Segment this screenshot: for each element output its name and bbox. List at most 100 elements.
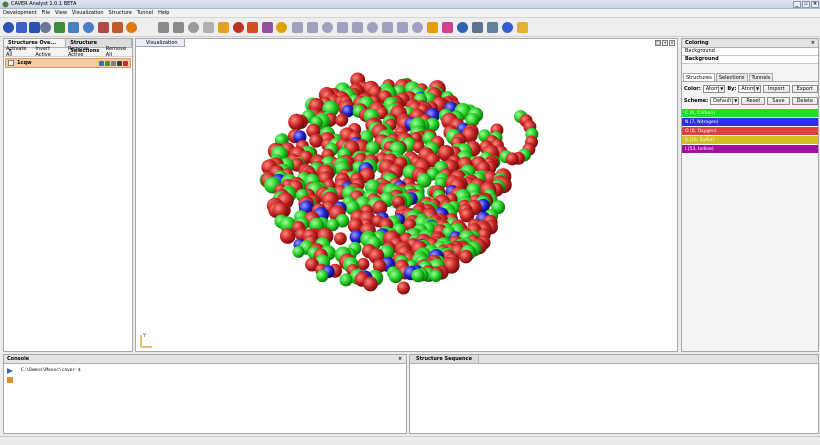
activate-all-button[interactable]: Activate All <box>6 46 32 58</box>
maximize-icon[interactable]: + <box>662 40 668 46</box>
save-icon[interactable] <box>99 60 104 66</box>
minimize-button[interactable]: _ <box>793 1 801 8</box>
hands-2-icon[interactable] <box>173 22 184 33</box>
gears-green-icon[interactable] <box>54 22 65 33</box>
run-icon[interactable] <box>7 368 13 374</box>
tab-structures[interactable]: Structures <box>683 73 715 81</box>
gears-icon[interactable] <box>40 22 51 33</box>
color-wheel-icon[interactable] <box>442 22 453 33</box>
atom-sphere <box>279 228 296 244</box>
layers-2-icon[interactable] <box>83 22 94 33</box>
blue-arrow-3-icon[interactable] <box>29 22 40 33</box>
menu-visualization[interactable]: Visualization <box>72 10 104 16</box>
atom-sphere <box>505 152 519 166</box>
hands-icon[interactable] <box>158 22 169 33</box>
layers-icon[interactable] <box>68 22 79 33</box>
molecule-view[interactable] <box>136 49 677 349</box>
tiles-icon[interactable] <box>517 22 528 33</box>
gears-3-icon[interactable] <box>472 22 483 33</box>
ring-orange-icon[interactable] <box>126 22 137 33</box>
lock-icon[interactable] <box>111 60 116 66</box>
scheme-label: Scheme: <box>684 98 709 104</box>
by-select[interactable]: Atom... ▼ <box>738 85 762 93</box>
save-button[interactable]: Save <box>767 97 790 105</box>
maximize-button[interactable]: ▫ <box>802 1 810 8</box>
fork-7-icon[interactable] <box>382 22 393 33</box>
blue-arrow-2-icon[interactable] <box>16 22 27 33</box>
axis-label: Y <box>142 333 147 339</box>
tab-tunnels[interactable]: Tunnels <box>748 73 774 81</box>
structure-row[interactable]: 1cqw <box>5 58 131 68</box>
chain-icon[interactable] <box>188 22 199 33</box>
remove-all-button[interactable]: Remove All <box>106 46 132 58</box>
tab-visualization[interactable]: Visualization <box>136 39 185 47</box>
element-color-row[interactable]: C (6, Carbon) <box>682 109 818 118</box>
camera-icon[interactable] <box>457 22 468 33</box>
atom-sphere <box>335 114 348 127</box>
import-button[interactable]: Import <box>763 85 790 93</box>
console-prompt[interactable]: C:\Demos\Mesoc\caver-$ <box>21 368 81 373</box>
pen-red-icon[interactable] <box>233 22 244 33</box>
tab-selections[interactable]: Selections <box>715 73 748 81</box>
close-icon[interactable]: × <box>811 40 815 46</box>
tab-structure-sequence[interactable]: Structure Sequence <box>410 355 479 363</box>
wrench-icon[interactable] <box>487 22 498 33</box>
element-color-row[interactable]: O (8, Oxygen) <box>682 127 818 136</box>
status-bar <box>0 436 820 445</box>
menu-help[interactable]: Help <box>158 10 169 16</box>
menu-development[interactable]: Development <box>3 10 37 16</box>
menu-file[interactable]: File <box>42 10 50 16</box>
background-field[interactable]: Background <box>682 56 818 64</box>
export-button[interactable]: Export <box>791 85 818 93</box>
close-button[interactable]: × <box>811 1 819 8</box>
fork-6-icon[interactable] <box>367 22 378 33</box>
atom-sphere <box>357 257 370 271</box>
element-color-row[interactable]: I (53, Iodine) <box>682 145 818 154</box>
fork-8-icon[interactable] <box>397 22 408 33</box>
console-title: Console <box>7 356 30 362</box>
remove-icon[interactable] <box>123 60 128 66</box>
menu-view[interactable]: View <box>55 10 67 16</box>
atom-sphere <box>292 245 305 258</box>
blue-arrow-icon[interactable] <box>3 22 14 33</box>
clear-icon[interactable] <box>7 377 13 383</box>
tube-icon[interactable] <box>203 22 214 33</box>
app-icon <box>2 1 9 8</box>
close-icon[interactable]: × <box>398 356 402 362</box>
delete-button[interactable]: Delete <box>791 97 818 105</box>
color-select[interactable]: Atoms ▼ <box>702 85 726 93</box>
fork-9-icon[interactable] <box>412 22 423 33</box>
toolbar <box>0 18 820 37</box>
element-color-row[interactable]: S (16, Sulfur) <box>682 136 818 145</box>
remove-active-button[interactable]: Remove Active <box>68 46 103 58</box>
chevron-down-icon: ▼ <box>718 86 725 92</box>
menu-tunnel[interactable]: Tunnel <box>137 10 153 16</box>
curl-icon[interactable] <box>262 22 273 33</box>
menu-structure[interactable]: Structure <box>109 10 132 16</box>
visibility-icon[interactable] <box>117 60 122 66</box>
multi-icon[interactable] <box>98 22 109 33</box>
fork-2-icon[interactable] <box>307 22 318 33</box>
fork-4-icon[interactable] <box>337 22 348 33</box>
fork-3-icon[interactable] <box>322 22 333 33</box>
fork-icon[interactable] <box>292 22 303 33</box>
visualization-panel[interactable]: Visualization □ + × Y <box>135 38 678 352</box>
scheme-select[interactable]: Default ▼ <box>710 97 740 105</box>
title-bar: CAVER Analyst 1.0.1 BETA _ ▫ × <box>0 0 820 9</box>
invert-active-button[interactable]: Invert Active <box>35 46 65 58</box>
square-blue-icon[interactable] <box>502 22 513 33</box>
element-color-row[interactable]: N (7, Nitrogen) <box>682 118 818 127</box>
wand-icon[interactable] <box>276 22 287 33</box>
sequence-panel: Structure Sequence <box>409 354 819 434</box>
fork-5-icon[interactable] <box>352 22 363 33</box>
refresh-icon[interactable] <box>105 60 110 66</box>
coloring-panel: Coloring × Background Background Structu… <box>681 38 819 352</box>
restore-icon[interactable]: □ <box>655 40 661 46</box>
pencil-icon[interactable] <box>218 22 229 33</box>
atom-sphere <box>339 273 353 287</box>
ring-red-icon[interactable] <box>247 22 258 33</box>
panel-close-icon[interactable]: × <box>669 40 675 46</box>
multi-2-icon[interactable] <box>112 22 123 33</box>
wand-2-icon[interactable] <box>427 22 438 33</box>
reset-button[interactable]: Reset <box>741 97 766 105</box>
